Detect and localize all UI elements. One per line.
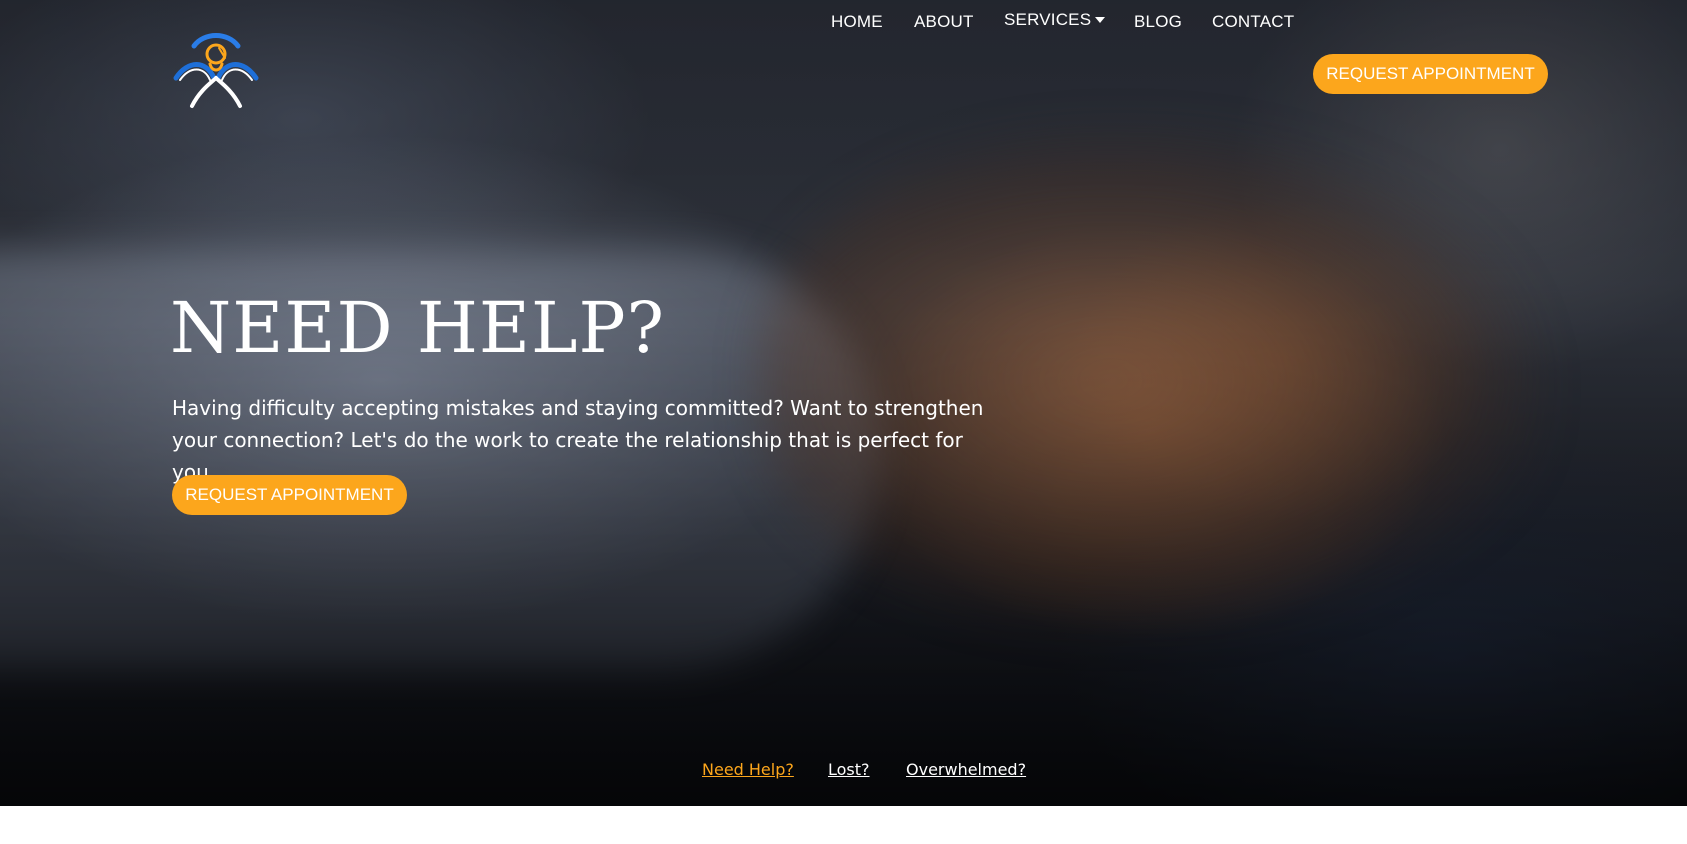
nav-services-label: SERVICES bbox=[1004, 10, 1092, 29]
nav-home[interactable]: HOME bbox=[831, 12, 883, 32]
page-below-fold bbox=[0, 806, 1687, 844]
nav-contact[interactable]: CONTACT bbox=[1212, 12, 1294, 32]
hero-section: HOME ABOUT SERVICES BLOG CONTACT REQUEST… bbox=[0, 0, 1687, 806]
slider-tab-overwhelmed[interactable]: Overwhelmed? bbox=[906, 760, 1026, 779]
caret-down-icon bbox=[1095, 16, 1106, 23]
counseling-figures-logo-icon bbox=[173, 33, 259, 108]
slider-tab-lost[interactable]: Lost? bbox=[828, 760, 870, 779]
hero-description: Having difficulty accepting mistakes and… bbox=[172, 396, 984, 484]
hero-request-appointment-button[interactable]: REQUEST APPOINTMENT bbox=[172, 475, 407, 515]
nav-about[interactable]: ABOUT bbox=[914, 12, 974, 32]
slider-tab-need-help[interactable]: Need Help? bbox=[702, 760, 794, 779]
nav-services[interactable]: SERVICES bbox=[1004, 10, 1106, 30]
nav-blog[interactable]: BLOG bbox=[1134, 12, 1182, 32]
header-request-appointment-button[interactable]: REQUEST APPOINTMENT bbox=[1313, 54, 1548, 94]
hero-title: NEED HELP? bbox=[170, 287, 666, 369]
site-logo[interactable] bbox=[170, 30, 262, 112]
